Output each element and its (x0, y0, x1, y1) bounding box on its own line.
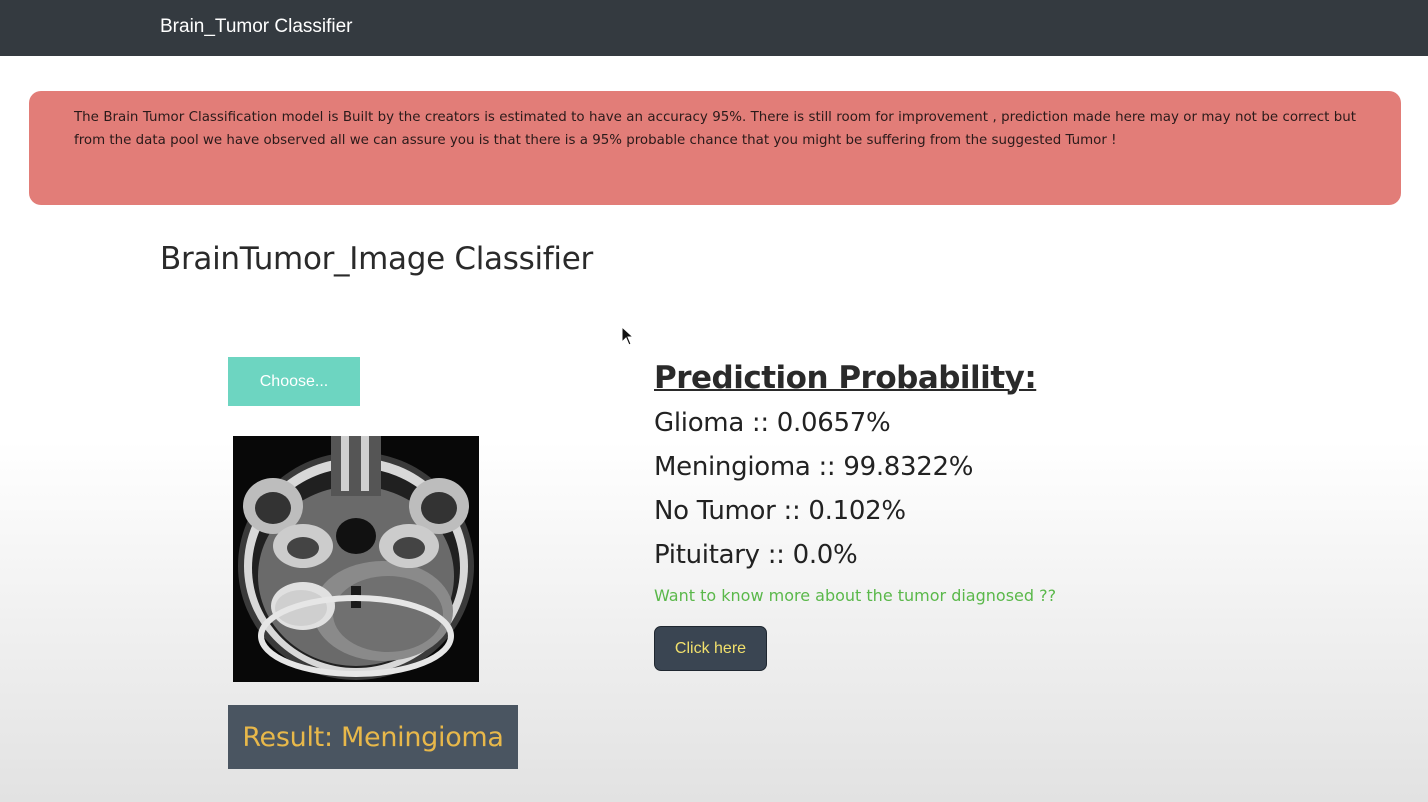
page-title: BrainTumor_Image Classifier (160, 241, 593, 277)
alert-text: The Brain Tumor Classification model is … (74, 110, 1356, 148)
prediction-title: Prediction Probability: (654, 360, 1037, 396)
probability-pituitary: Pituitary :: 0.0% (654, 540, 858, 570)
accuracy-alert: The Brain Tumor Classification model is … (29, 91, 1401, 205)
probability-no-tumor: No Tumor :: 0.102% (654, 496, 906, 526)
probability-meningioma: Meningioma :: 99.8322% (654, 452, 974, 482)
probability-glioma: Glioma :: 0.0657% (654, 408, 891, 438)
click-here-button[interactable]: Click here (654, 626, 767, 671)
brain-mri-image (233, 436, 479, 682)
more-info-text: Want to know more about the tumor diagno… (654, 586, 1057, 605)
mouse-pointer-icon (621, 326, 635, 346)
result-label: Result: Meningioma (228, 705, 518, 769)
navbar-brand[interactable]: Brain_Tumor Classifier (160, 16, 353, 38)
navbar: Brain_Tumor Classifier (0, 0, 1428, 56)
choose-file-button[interactable]: Choose... (228, 357, 360, 406)
